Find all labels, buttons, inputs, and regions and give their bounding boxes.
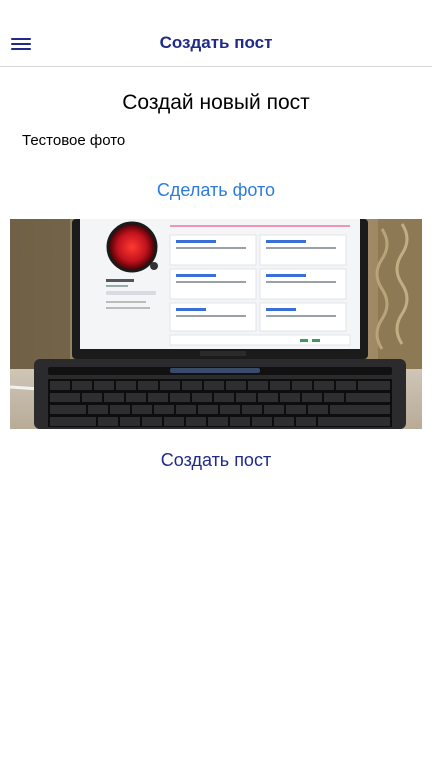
take-photo-button[interactable]: Сделать фото (0, 180, 432, 201)
page-heading: Создай новый пост (122, 91, 310, 114)
photo-preview (10, 219, 422, 429)
navigation-bar: Создать пост (0, 0, 432, 67)
create-post-button[interactable]: Создать пост (0, 450, 432, 471)
nav-title: Создать пост (159, 33, 273, 52)
photo-caption: Тестовое фото (22, 132, 126, 149)
